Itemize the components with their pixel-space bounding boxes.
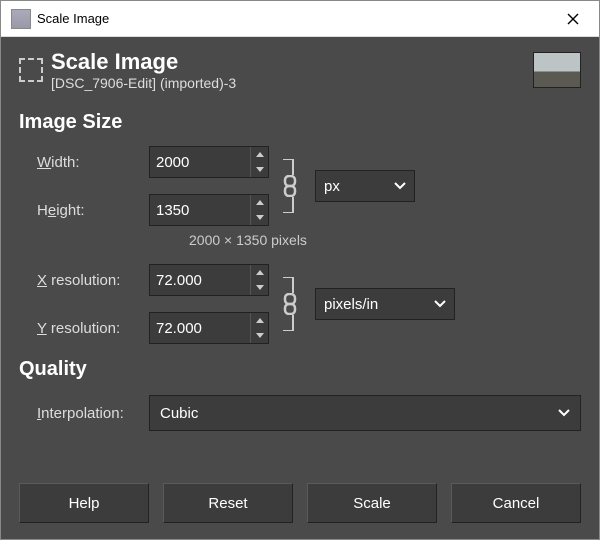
aspect-link[interactable]	[275, 142, 305, 230]
width-row: Width:	[19, 146, 269, 178]
width-label: Width:	[19, 154, 149, 171]
help-button[interactable]: Help	[19, 483, 149, 523]
height-step-up[interactable]	[251, 195, 268, 210]
image-thumbnail	[533, 52, 581, 88]
interpolation-label: Interpolation:	[19, 405, 149, 422]
yres-field[interactable]	[150, 313, 250, 343]
bracket-bottom-icon	[281, 315, 299, 331]
current-dimensions: 2000 × 1350 pixels	[189, 232, 581, 248]
dialog-subtitle: [DSC_7906-Edit] (imported)-3	[51, 75, 533, 91]
xres-step-down[interactable]	[251, 280, 268, 295]
chevron-down-icon	[558, 409, 570, 417]
scale-image-dialog: Scale Image Scale Image [DSC_7906-Edit] …	[0, 0, 600, 540]
height-input[interactable]	[149, 194, 269, 226]
bracket-top-icon	[281, 159, 299, 175]
reset-button[interactable]: Reset	[163, 483, 293, 523]
yres-step-down[interactable]	[251, 328, 268, 343]
xres-field[interactable]	[150, 265, 250, 295]
chain-link-icon	[281, 293, 299, 315]
yres-input[interactable]	[149, 312, 269, 344]
bracket-bottom-icon	[281, 197, 299, 213]
interpolation-select[interactable]: Cubic	[149, 395, 581, 431]
scale-button[interactable]: Scale	[307, 483, 437, 523]
image-size-heading: Image Size	[19, 111, 581, 134]
close-button[interactable]	[551, 4, 595, 34]
window-title: Scale Image	[37, 11, 551, 26]
app-icon	[11, 9, 31, 29]
xres-row: X resolution:	[19, 264, 269, 296]
titlebar: Scale Image	[1, 1, 599, 37]
close-icon	[567, 13, 579, 25]
quality-heading: Quality	[19, 358, 581, 381]
dialog-content: Scale Image [DSC_7906-Edit] (imported)-3…	[1, 37, 599, 539]
bracket-top-icon	[281, 277, 299, 293]
width-step-up[interactable]	[251, 147, 268, 162]
scale-icon	[19, 58, 43, 82]
interpolation-row: Interpolation: Cubic	[19, 395, 581, 431]
button-row: Help Reset Scale Cancel	[19, 473, 581, 525]
width-input[interactable]	[149, 146, 269, 178]
chevron-down-icon	[394, 182, 406, 190]
yres-row: Y resolution:	[19, 312, 269, 344]
chevron-down-icon	[434, 300, 446, 308]
xres-step-up[interactable]	[251, 265, 268, 280]
height-label: Height:	[19, 202, 149, 219]
resolution-unit-select[interactable]: pixels/in	[315, 288, 455, 320]
height-step-down[interactable]	[251, 210, 268, 225]
resolution-link[interactable]	[275, 260, 305, 348]
height-field[interactable]	[150, 195, 250, 225]
dialog-title: Scale Image	[51, 49, 533, 75]
chain-link-icon	[281, 175, 299, 197]
size-unit-select[interactable]: px	[315, 170, 415, 202]
xres-label: X resolution:	[19, 272, 149, 289]
yres-label: Y resolution:	[19, 320, 149, 337]
xres-input[interactable]	[149, 264, 269, 296]
yres-step-up[interactable]	[251, 313, 268, 328]
cancel-button[interactable]: Cancel	[451, 483, 581, 523]
height-row: Height:	[19, 194, 269, 226]
width-step-down[interactable]	[251, 162, 268, 177]
width-field[interactable]	[150, 147, 250, 177]
dialog-header: Scale Image [DSC_7906-Edit] (imported)-3	[19, 37, 581, 101]
